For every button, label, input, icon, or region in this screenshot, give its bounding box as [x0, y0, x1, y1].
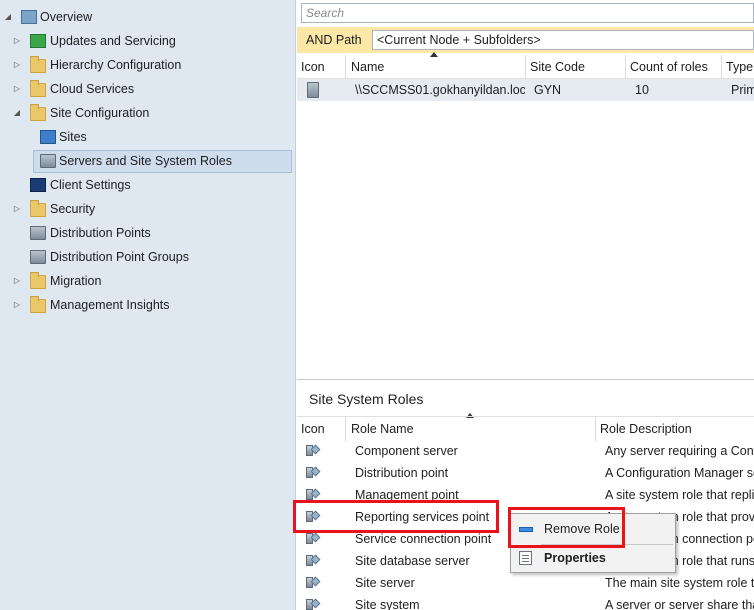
table-row[interactable]: \\SCCMSS01.gokhanyildan.local GYN 10 Pri… — [297, 79, 754, 101]
count-of-roles: 10 — [635, 83, 649, 97]
highlight-box-remove-role — [508, 507, 625, 548]
collapsed-arrow-icon[interactable]: ▷ — [12, 36, 22, 46]
collapsed-arrow-icon[interactable]: ▷ — [12, 204, 22, 214]
tree-item-label: Distribution Point Groups — [50, 250, 189, 264]
tree-item-label: Updates and Servicing — [50, 34, 176, 48]
role-row[interactable]: Site system A server or server share tha — [297, 594, 754, 610]
column-header-name[interactable]: Name — [347, 55, 526, 79]
tree-item-label: Hierarchy Configuration — [50, 58, 182, 72]
properties-icon — [519, 551, 532, 565]
collapsed-arrow-icon[interactable]: ▷ — [12, 276, 22, 286]
tree-item-cloud-services[interactable]: ▷ Cloud Services — [0, 78, 296, 100]
tree-item-label: Client Settings — [50, 178, 131, 192]
context-menu-label: Properties — [544, 551, 606, 565]
role-row[interactable]: Component server Any server requiring a … — [297, 440, 754, 462]
servers-grid-header: Icon Name Site Code Count of roles Type — [297, 52, 754, 79]
search-input[interactable]: Search — [301, 3, 754, 23]
role-name: Site database server — [355, 554, 470, 568]
path-filter-bar: AND Path <Current Node + Subfolders> — [297, 27, 754, 53]
folder-icon — [30, 296, 46, 313]
path-filter-label: AND Path — [306, 33, 362, 47]
role-name: Site system — [355, 598, 420, 610]
folder-icon — [30, 200, 46, 217]
tree-item-site-configuration[interactable]: ◢ Site Configuration — [0, 102, 296, 124]
role-description: A site system role that replie — [605, 488, 754, 502]
role-description: The main site system role th — [605, 576, 754, 590]
tree-item-distribution-point-groups[interactable]: Distribution Point Groups — [0, 246, 296, 268]
collapsed-arrow-icon[interactable]: ▷ — [12, 60, 22, 70]
roles-panel-title: Site System Roles — [309, 391, 424, 407]
role-row[interactable]: Site server The main site system role th — [297, 572, 754, 594]
highlight-box-reporting-services-point — [293, 500, 499, 533]
tree-item-overview[interactable]: ◢ Overview — [0, 6, 296, 28]
tree-item-servers-and-site-system-roles[interactable]: Servers and Site System Roles — [0, 150, 296, 172]
folder-icon — [30, 272, 46, 289]
tree-item-security[interactable]: ▷ Security — [0, 198, 296, 220]
folder-icon — [30, 104, 46, 121]
column-header-icon[interactable]: Icon — [297, 55, 346, 79]
tree-item-label: Servers and Site System Roles — [59, 154, 232, 168]
role-description: A server or server share tha — [605, 598, 754, 610]
tree-item-label: Migration — [50, 274, 102, 288]
path-filter-select[interactable]: <Current Node + Subfolders> — [372, 30, 754, 50]
site-role-icon — [306, 466, 321, 480]
column-header-type[interactable]: Type — [722, 55, 754, 79]
column-header-role-name[interactable]: Role Name — [347, 417, 596, 441]
navigation-pane: ◢ Overview ▷ Updates and Servicing ▷ Hie… — [0, 0, 296, 610]
collapsed-arrow-icon[interactable]: ▷ — [12, 84, 22, 94]
role-description: Any server requiring a Confi — [605, 444, 754, 458]
role-name: Component server — [355, 444, 458, 458]
column-header-site-code[interactable]: Site Code — [526, 55, 626, 79]
expanded-arrow-icon[interactable]: ◢ — [3, 12, 13, 22]
tree-item-label: Overview — [40, 10, 93, 24]
site-role-icon — [306, 444, 321, 458]
server-type: Prim — [731, 83, 754, 97]
site-role-icon — [306, 532, 321, 546]
tree-item-client-settings[interactable]: Client Settings — [0, 174, 296, 196]
site-system-roles-panel: Site System Roles Icon Role Name Role De… — [297, 379, 754, 610]
tree-item-hierarchy-configuration[interactable]: ▷ Hierarchy Configuration — [0, 54, 296, 76]
server-roles-icon — [40, 154, 56, 168]
server-name: \\SCCMSS01.gokhanyildan.local — [355, 83, 525, 97]
role-name: Site server — [355, 576, 415, 590]
client-settings-icon — [30, 178, 46, 192]
tree-item-migration[interactable]: ▷ Migration — [0, 270, 296, 292]
overview-icon — [21, 10, 37, 24]
expanded-arrow-icon[interactable]: ◢ — [12, 108, 22, 118]
tree-item-sites[interactable]: Sites — [0, 126, 296, 148]
role-name: Distribution point — [355, 466, 449, 480]
role-description: A Configuration Manager se — [605, 466, 754, 480]
tree-item-label: Security — [50, 202, 96, 216]
sites-icon — [40, 130, 56, 144]
distribution-points-icon — [30, 226, 46, 240]
collapsed-arrow-icon[interactable]: ▷ — [12, 300, 22, 310]
role-name: Service connection point — [355, 532, 492, 546]
distribution-point-groups-icon — [30, 250, 46, 264]
folder-icon — [30, 80, 46, 97]
column-header-icon[interactable]: Icon — [297, 417, 346, 441]
site-role-icon — [306, 576, 321, 590]
tree-item-label: Management Insights — [50, 298, 170, 312]
tree-item-updates-and-servicing[interactable]: ▷ Updates and Servicing — [0, 30, 296, 52]
tree-item-distribution-points[interactable]: Distribution Points — [0, 222, 296, 244]
tree-item-label: Sites — [59, 130, 87, 144]
column-header-count-of-roles[interactable]: Count of roles — [626, 55, 722, 79]
folder-icon — [30, 56, 46, 73]
site-code: GYN — [534, 83, 562, 97]
context-menu-properties[interactable]: Properties — [511, 546, 675, 570]
site-role-icon — [306, 554, 321, 568]
roles-grid-header: Icon Role Name Role Description — [297, 416, 754, 441]
server-icon — [307, 82, 319, 98]
site-role-icon — [306, 598, 321, 610]
tree-item-label: Cloud Services — [50, 82, 135, 96]
tree-item-management-insights[interactable]: ▷ Management Insights — [0, 294, 296, 316]
tree-item-label: Distribution Points — [50, 226, 151, 240]
tree-item-label: Site Configuration — [50, 106, 150, 120]
updates-icon — [30, 34, 46, 48]
column-header-role-description[interactable]: Role Description — [596, 417, 754, 441]
role-row[interactable]: Distribution point A Configuration Manag… — [297, 462, 754, 484]
